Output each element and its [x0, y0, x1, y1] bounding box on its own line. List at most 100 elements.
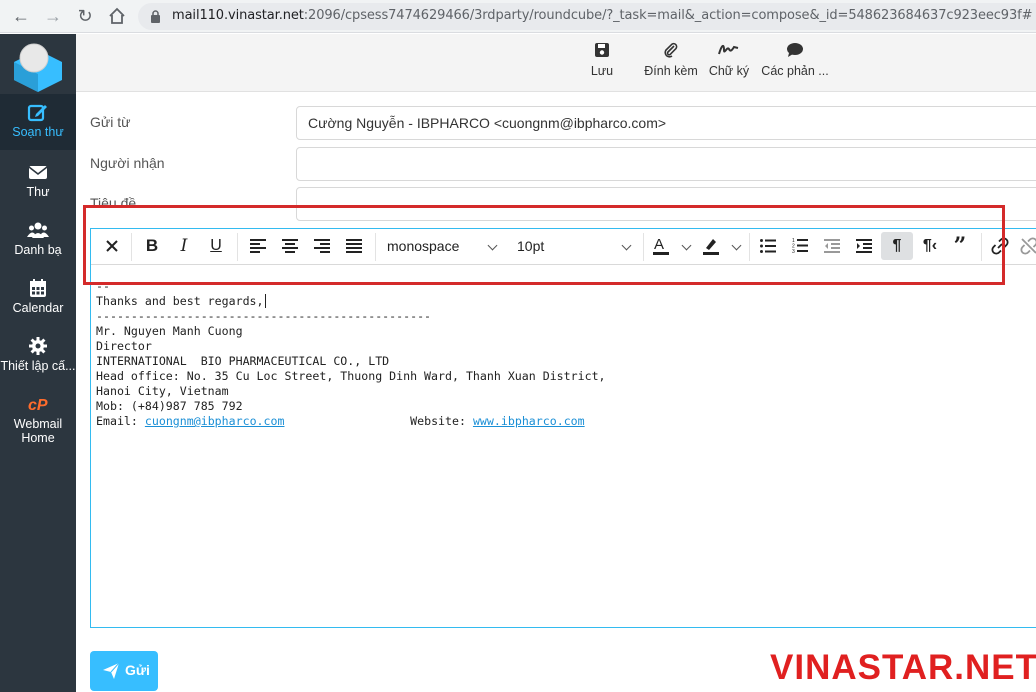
sidebar: Soạn thư Thư Danh bạ Calendar Thiết lập … [0, 34, 76, 692]
roundcube-logo [14, 43, 62, 92]
chevron-down-icon [621, 240, 632, 251]
font-size-value: 10pt [517, 238, 545, 254]
sidebar-item-label: Danh bạ [14, 243, 62, 257]
paperclip-icon [664, 42, 678, 58]
cpanel-icon: cP [28, 397, 48, 414]
signature-contact-line: Email: cuongnm@ibpharco.com Website: www… [96, 414, 606, 429]
bullet-list-icon[interactable] [755, 232, 781, 260]
save-button[interactable]: Lưu [586, 42, 618, 78]
html-editor[interactable]: B I U monospace 10pt A 123 ¶ ¶‹ ” -- Tha… [90, 228, 1036, 628]
font-family-value: monospace [387, 238, 460, 254]
website-label: Website: [410, 414, 473, 428]
chevron-down-icon [487, 240, 498, 251]
highlight-color-button[interactable] [699, 232, 745, 260]
editor-body[interactable]: -- Thanks and best regards, --------------… [96, 279, 606, 429]
signature-separator: -- [96, 279, 110, 293]
signature-divider: ----------------------------------------… [96, 309, 432, 323]
editor-toolbar: B I U monospace 10pt A 123 ¶ ¶‹ ” [91, 229, 1036, 265]
italic-icon[interactable]: I [171, 232, 197, 260]
address-bar[interactable]: mail110.vinastar.net:2096/cpsess74746294… [138, 3, 1036, 30]
comment-icon [787, 43, 803, 57]
to-input[interactable] [296, 147, 1036, 181]
email-link[interactable]: cuongnm@ibpharco.com [145, 414, 285, 428]
website-link[interactable]: www.ibpharco.com [473, 414, 585, 428]
align-center-icon[interactable] [277, 232, 303, 260]
calendar-icon [30, 279, 46, 297]
signature-button[interactable]: Chữ ký [708, 42, 750, 78]
responses-label: Các phản ... [761, 64, 829, 78]
signature-address-2: Hanoi City, Vietnam [96, 384, 229, 398]
url-host: mail110.vinastar.net [172, 8, 304, 23]
to-label: Người nhận [90, 155, 165, 171]
sidebar-item-label: Thư [26, 185, 50, 199]
sidebar-item-calendar[interactable]: Calendar [0, 274, 76, 324]
attach-button[interactable]: Đính kèm [642, 42, 700, 78]
url-path: :2096/cpsess7474629466/3rdparty/roundcub… [303, 8, 1033, 23]
signature-name: Mr. Nguyen Manh Cuong [96, 324, 243, 338]
send-button[interactable]: Gửi [90, 651, 158, 691]
compose-toolbar: Lưu Đính kèm Chữ ký Các phản ... [76, 34, 1036, 92]
numbered-list-icon[interactable]: 123 [787, 232, 813, 260]
sidebar-item-mail[interactable]: Thư [0, 158, 76, 208]
close-icon[interactable] [99, 232, 125, 260]
lock-icon [150, 10, 161, 28]
compose-icon [27, 104, 47, 122]
align-left-icon[interactable] [245, 232, 271, 260]
chevron-down-icon [681, 240, 692, 251]
chevron-down-icon [731, 240, 742, 251]
responses-button[interactable]: Các phản ... [760, 42, 830, 78]
highlighter-icon [703, 239, 719, 255]
subject-input[interactable] [296, 187, 1036, 221]
sidebar-item-settings[interactable]: Thiết lập cấ... [0, 332, 76, 382]
email-label: Email: [96, 414, 145, 428]
forward-icon[interactable]: → [42, 5, 64, 27]
save-label: Lưu [590, 64, 614, 78]
text-color-button[interactable]: A [651, 232, 693, 260]
watermark: VINASTAR.NET [770, 648, 1036, 687]
reload-icon[interactable]: ↻ [74, 5, 96, 27]
signature-title: Director [96, 339, 152, 353]
sidebar-item-compose[interactable]: Soạn thư [0, 94, 76, 150]
url-text: mail110.vinastar.net:2096/cpsess74746294… [172, 8, 1033, 23]
from-label: Gửi từ [90, 114, 131, 130]
from-select[interactable]: Cường Nguyễn - IBPHARCO <cuongnm@ibpharc… [296, 106, 1036, 140]
align-right-icon[interactable] [309, 232, 335, 260]
svg-text:A: A [654, 236, 664, 253]
svg-text:cP: cP [28, 397, 48, 414]
signature-label: Chữ ký [708, 64, 750, 78]
sidebar-item-contacts[interactable]: Danh bạ [0, 216, 76, 266]
outdent-icon[interactable] [819, 232, 845, 260]
sidebar-item-label-2: Home [21, 431, 55, 445]
contacts-icon [27, 222, 49, 238]
font-family-select[interactable]: monospace [387, 232, 505, 260]
indent-icon[interactable] [851, 232, 877, 260]
bold-icon[interactable]: B [139, 232, 165, 260]
signature-company: INTERNATIONAL BIO PHARMACEUTICAL CO., LT… [96, 354, 390, 368]
ltr-paragraph-icon[interactable]: ¶ [881, 232, 913, 260]
sidebar-item-label: Soạn thư [12, 125, 64, 139]
signature-address-1: Head office: No. 35 Cu Loc Street, Thuon… [96, 369, 606, 383]
attach-label: Đính kèm [644, 64, 698, 78]
gear-icon [29, 337, 47, 355]
back-icon[interactable]: ← [10, 5, 32, 27]
floppy-icon [595, 43, 609, 57]
font-size-select[interactable]: 10pt [517, 232, 637, 260]
sidebar-item-webmail-home[interactable]: cP Webmail Home [0, 390, 76, 446]
signature-mobile: Mob: (+84)987 785 792 [96, 399, 243, 413]
link-icon[interactable] [987, 232, 1013, 260]
text-cursor [264, 294, 266, 308]
svg-text:3: 3 [792, 249, 795, 253]
sidebar-item-label: Thiết lập cấ... [0, 359, 76, 373]
sidebar-item-label: Webmail [13, 417, 63, 431]
signature-greeting: Thanks and best regards, [96, 294, 264, 308]
sidebar-item-label: Calendar [12, 301, 64, 315]
align-justify-icon[interactable] [341, 232, 367, 260]
home-icon[interactable] [106, 5, 128, 27]
blockquote-icon[interactable]: ” [947, 232, 973, 260]
unlink-icon[interactable] [1017, 232, 1036, 260]
underline-icon[interactable]: U [203, 232, 229, 260]
signature-greeting-line: Thanks and best regards, [96, 294, 606, 309]
signature-icon [718, 44, 739, 55]
rtl-paragraph-icon[interactable]: ¶‹ [917, 232, 943, 260]
